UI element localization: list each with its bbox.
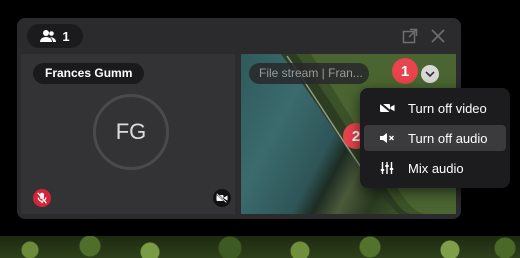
stream-label: File stream | Fran... <box>249 63 369 84</box>
participant-name: Frances Gumm <box>33 63 145 84</box>
close-icon[interactable] <box>429 27 447 45</box>
menu-item-label: Turn off video <box>408 100 487 116</box>
menu-item-turn-off-video[interactable]: Turn off video <box>364 95 506 121</box>
speaker-mute-icon <box>379 130 395 146</box>
avatar: FG <box>93 94 169 170</box>
menu-item-mix-audio[interactable]: Mix audio <box>364 155 506 181</box>
participant-tile[interactable]: Frances Gumm FG <box>21 54 235 214</box>
participants-count: 1 <box>62 28 70 44</box>
external-link-icon[interactable] <box>401 27 419 45</box>
participants-button[interactable]: 1 <box>27 24 83 48</box>
menu-item-turn-off-audio[interactable]: Turn off audio <box>364 125 506 151</box>
menu-item-label: Mix audio <box>408 160 464 176</box>
camera-off-icon[interactable] <box>213 189 231 207</box>
sliders-icon <box>379 160 395 176</box>
people-icon <box>40 29 57 43</box>
video-off-icon <box>379 100 395 116</box>
step-badge-1: 1 <box>392 58 418 84</box>
mic-muted-icon[interactable] <box>33 189 51 207</box>
chevron-down-icon <box>425 70 435 78</box>
avatar-initials: FG <box>115 119 147 144</box>
background-video-strip <box>0 236 520 258</box>
stream-options-menu: Turn off video Turn off audio Mix audio <box>360 88 510 188</box>
menu-item-label: Turn off audio <box>408 130 488 146</box>
stream-options-button[interactable] <box>421 65 439 83</box>
